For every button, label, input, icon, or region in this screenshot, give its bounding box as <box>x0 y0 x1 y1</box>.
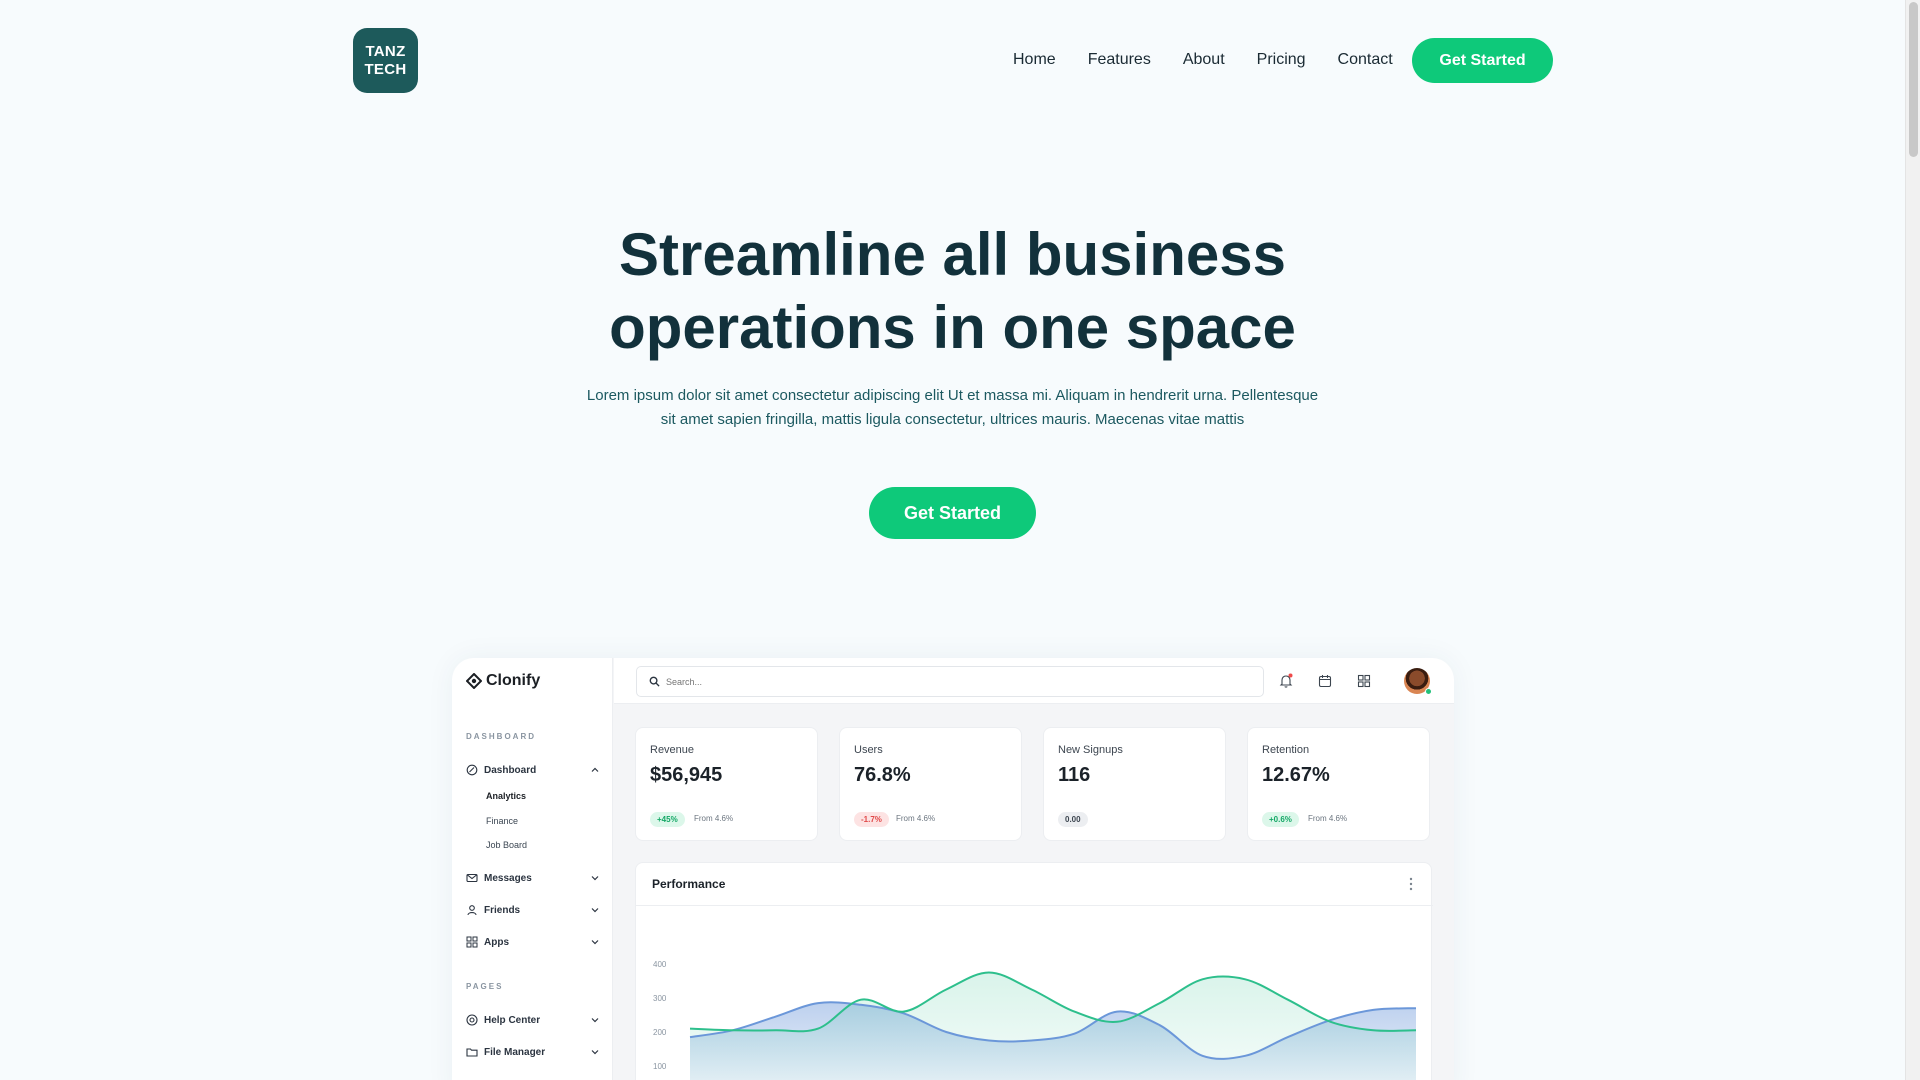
stat-card-revenue: Revenue $56,945 +45% From 4.6% <box>635 727 818 841</box>
stat-value: 116 <box>1058 764 1091 786</box>
grid-icon <box>466 936 478 948</box>
sidebar-item-apps[interactable]: Apps <box>466 934 600 950</box>
dashboard-icon <box>466 764 478 776</box>
sidebar-item-file-manager-label: File Manager <box>484 1046 546 1058</box>
sidebar-item-friends-label: Friends <box>484 904 521 916</box>
performance-title: Performance <box>652 877 726 891</box>
dashboard-brand-name: Clonify <box>486 672 541 689</box>
hero-title-line2: operations in one space <box>609 294 1296 361</box>
stat-from-text: From 4.6% <box>1308 814 1348 823</box>
hero-title: Streamline all business operations in on… <box>0 218 1905 364</box>
chevron-down-icon <box>591 1018 599 1023</box>
sidebar-sub-job-board[interactable]: Job Board <box>486 840 527 850</box>
brand-logo[interactable]: TANZ TECH <box>353 28 418 93</box>
stat-label: Revenue <box>650 744 695 756</box>
stat-change-badge: -1.7% <box>854 812 889 827</box>
folder-icon <box>466 1046 478 1058</box>
search-icon <box>649 676 660 687</box>
hero-get-started-button[interactable]: Get Started <box>869 487 1036 539</box>
page-scrollbar[interactable] <box>1905 0 1920 1080</box>
sidebar-item-friends[interactable]: Friends <box>466 902 600 918</box>
search-input[interactable] <box>666 676 1246 687</box>
dashboard-preview: Clonify DASHBOARD Dashboard Analytics Fi… <box>452 658 1454 1080</box>
logo-text-line2: TECH <box>364 60 407 78</box>
online-status-dot <box>1425 688 1432 695</box>
chevron-up-icon <box>591 767 599 772</box>
top-nav: TANZ TECH Home Features About Pricing Co… <box>353 28 1553 94</box>
stat-from-text: From 4.6% <box>694 814 734 823</box>
sidebar-item-dashboard[interactable]: Dashboard <box>466 762 600 778</box>
stat-change-badge: 0.00 <box>1058 812 1088 827</box>
stat-card-new-signups: New Signups 116 0.00 <box>1043 727 1226 841</box>
clonify-logo-icon <box>466 673 482 689</box>
sidebar-item-messages[interactable]: Messages <box>466 870 600 886</box>
dashboard-sidebar: Clonify DASHBOARD Dashboard Analytics Fi… <box>452 658 613 1080</box>
chevron-down-icon <box>591 1050 599 1055</box>
hero-subtitle-line2: sit amet sapien fringilla, mattis ligula… <box>660 411 1245 428</box>
performance-chart: 400 300 200 100 <box>653 960 1417 1080</box>
y-tick-label: 100 <box>653 1062 667 1071</box>
stat-value: 76.8% <box>854 764 911 786</box>
sidebar-item-help-center[interactable]: Help Center <box>466 1012 600 1028</box>
apps-grid-icon[interactable] <box>1356 673 1372 689</box>
dashboard-topbar <box>614 658 1454 704</box>
stat-label: New Signups <box>1058 744 1123 756</box>
stat-label: Users <box>854 744 883 756</box>
mail-icon <box>466 872 478 884</box>
chevron-down-icon <box>591 940 599 945</box>
dashboard-search[interactable] <box>636 666 1264 697</box>
stat-change-badge: +45% <box>650 812 685 827</box>
y-tick-label: 300 <box>653 994 667 1003</box>
bell-icon[interactable] <box>1278 673 1294 689</box>
sidebar-item-apps-label: Apps <box>484 936 509 948</box>
nav-link-features[interactable]: Features <box>1088 50 1151 70</box>
calendar-icon[interactable] <box>1317 673 1333 689</box>
user-avatar[interactable] <box>1404 668 1432 695</box>
stat-value: $56,945 <box>650 764 723 786</box>
stat-card-users: Users 76.8% -1.7% From 4.6% <box>839 727 1022 841</box>
dashboard-brand[interactable]: Clonify <box>466 672 540 690</box>
performance-card: Performance 400 300 200 100 <box>635 862 1433 1080</box>
nav-link-home[interactable]: Home <box>1013 50 1056 70</box>
nav-link-contact[interactable]: Contact <box>1338 50 1393 70</box>
nav-link-pricing[interactable]: Pricing <box>1257 50 1306 70</box>
nav-get-started-button[interactable]: Get Started <box>1412 38 1553 83</box>
sidebar-item-file-manager[interactable]: File Manager <box>466 1044 600 1060</box>
scrollbar-thumb[interactable] <box>1909 2 1918 157</box>
sidebar-item-messages-label: Messages <box>484 872 532 884</box>
hero-subtitle: Lorem ipsum dolor sit amet consectetur a… <box>580 384 1325 432</box>
more-options-icon[interactable] <box>1409 877 1413 891</box>
sidebar-section-pages: PAGES <box>466 982 504 991</box>
sidebar-item-dashboard-label: Dashboard <box>484 764 537 776</box>
y-tick-label: 200 <box>653 1028 667 1037</box>
logo-text-line1: TANZ <box>365 42 406 60</box>
stat-change-badge: +0.6% <box>1262 812 1299 827</box>
nav-links: Home Features About Pricing Contact <box>1013 50 1425 70</box>
chevron-down-icon <box>591 876 599 881</box>
stat-card-retention: Retention 12.67% +0.6% From 4.6% <box>1247 727 1430 841</box>
sidebar-item-help-center-label: Help Center <box>484 1014 541 1026</box>
sidebar-section-dashboard: DASHBOARD <box>466 732 536 741</box>
stat-label: Retention <box>1262 744 1310 756</box>
sidebar-sub-analytics[interactable]: Analytics <box>486 791 526 801</box>
user-icon <box>466 904 478 916</box>
stat-value: 12.67% <box>1262 764 1330 786</box>
stat-from-text: From 4.6% <box>896 814 936 823</box>
y-tick-label: 400 <box>653 960 667 969</box>
nav-link-about[interactable]: About <box>1183 50 1225 70</box>
sidebar-sub-finance[interactable]: Finance <box>486 816 518 826</box>
hero-title-line1: Streamline all business <box>619 221 1286 288</box>
chevron-down-icon <box>591 908 599 913</box>
lifebuoy-icon <box>466 1014 478 1026</box>
hero-subtitle-line1: Lorem ipsum dolor sit amet consectetur a… <box>586 387 1319 404</box>
